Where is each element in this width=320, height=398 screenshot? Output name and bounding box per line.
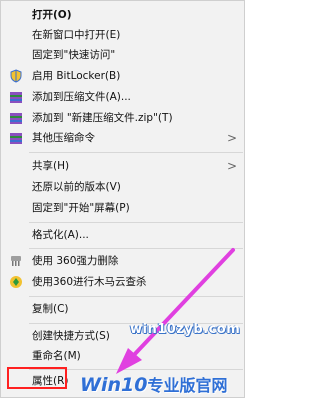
- menu-item-open[interactable]: 打开(O): [1, 5, 244, 25]
- archive-icon: [10, 133, 22, 144]
- menu-item-restore-versions[interactable]: 还原以前的版本(V): [1, 177, 244, 197]
- menu-item-label: 共享(H): [32, 160, 70, 172]
- 360-shield-icon: [10, 276, 22, 288]
- menu-item-open-new-window[interactable]: 在新窗口中打开(E): [1, 25, 244, 45]
- menu-item-label: 固定到"快速访问": [32, 49, 116, 61]
- archive-icon: [10, 92, 22, 103]
- menu-item-label: 添加到 "新建压缩文件.zip"(T): [32, 112, 173, 124]
- context-menu: 打开(O) 在新窗口中打开(E) 固定到"快速访问" 启用 BitLocker(…: [0, 0, 245, 398]
- menu-item-label: 格式化(A)...: [32, 229, 89, 241]
- menu-item-pin-quick-access[interactable]: 固定到"快速访问": [1, 45, 244, 65]
- shredder-icon: [11, 256, 21, 266]
- chevron-right-icon: >: [226, 159, 237, 173]
- shield-icon: [10, 69, 22, 83]
- menu-item-label: 打开(O): [32, 9, 72, 21]
- watermark-url: win10zyb.com: [130, 322, 241, 337]
- menu-item-label: 复制(C): [32, 303, 69, 315]
- menu-item-label: 重命名(M): [32, 350, 81, 362]
- menu-item-label: 还原以前的版本(V): [32, 181, 121, 193]
- menu-item-other-compress[interactable]: 其他压缩命令 >: [1, 128, 244, 148]
- highlight-box: [7, 367, 67, 389]
- menu-item-share[interactable]: 共享(H) >: [1, 156, 244, 176]
- archive-icon: [10, 113, 22, 124]
- menu-item-label: 使用360进行木马云查杀: [32, 276, 147, 288]
- menu-item-label: 固定到"开始"屏幕(P): [32, 202, 130, 214]
- menu-divider: [29, 152, 243, 153]
- menu-item-label: 在新窗口中打开(E): [32, 29, 121, 41]
- menu-item-add-to-archive[interactable]: 添加到压缩文件(A)...: [1, 87, 244, 107]
- menu-item-add-to-zip[interactable]: 添加到 "新建压缩文件.zip"(T): [1, 108, 244, 128]
- menu-divider: [29, 222, 243, 223]
- menu-item-label: 启用 BitLocker(B): [32, 70, 121, 82]
- chevron-right-icon: >: [226, 131, 237, 145]
- menu-item-bitlocker[interactable]: 启用 BitLocker(B): [1, 66, 244, 86]
- menu-item-label: 添加到压缩文件(A)...: [32, 91, 131, 103]
- watermark-logo: Win10专业版官网: [80, 372, 227, 396]
- watermark-logo-cn: 专业版官网: [147, 376, 228, 395]
- menu-item-label: 使用 360强力删除: [32, 255, 119, 267]
- menu-item-label: 创建快捷方式(S): [32, 330, 110, 342]
- menu-item-copy[interactable]: 复制(C): [1, 299, 244, 319]
- menu-divider: [29, 296, 243, 297]
- watermark-logo-latin: Win10: [80, 374, 148, 396]
- menu-item-format[interactable]: 格式化(A)...: [1, 225, 244, 245]
- menu-item-360-scan[interactable]: 使用360进行木马云查杀: [1, 272, 244, 292]
- menu-item-rename[interactable]: 重命名(M): [1, 346, 244, 366]
- menu-divider: [29, 248, 243, 249]
- menu-item-360-delete[interactable]: 使用 360强力删除: [1, 251, 244, 271]
- menu-item-label: 其他压缩命令: [32, 132, 95, 144]
- menu-item-pin-start[interactable]: 固定到"开始"屏幕(P): [1, 198, 244, 218]
